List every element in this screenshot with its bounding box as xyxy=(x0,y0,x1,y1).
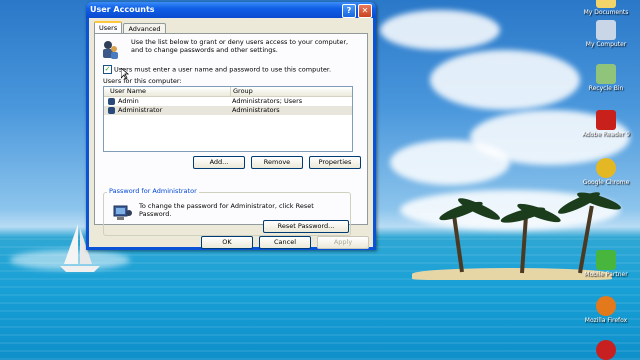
password-group-text: To change the password for Administrator… xyxy=(139,202,314,218)
desktop-icon-google-chrome[interactable]: Google Chrome xyxy=(576,158,636,186)
ok-button[interactable]: OK xyxy=(201,236,253,249)
mouse-cursor xyxy=(121,68,129,80)
folder-icon xyxy=(596,0,616,8)
cancel-button[interactable]: Cancel xyxy=(259,236,311,249)
must-login-checkbox[interactable]: ✓ xyxy=(103,65,112,74)
desktop-icon-partial[interactable] xyxy=(576,340,636,360)
window-title: User Accounts xyxy=(90,5,155,14)
window-client: Users Advanced Use the list below to gra… xyxy=(89,18,373,249)
users-list[interactable]: User Name Group Admin Administrators; Us… xyxy=(103,86,353,152)
firefox-icon xyxy=(596,296,616,316)
password-group-title: Password for Administrator xyxy=(107,187,199,195)
cloud xyxy=(390,140,510,185)
group-cell: Administrators; Users xyxy=(232,97,303,105)
column-header-group[interactable]: Group xyxy=(230,87,253,96)
remove-button[interactable]: Remove xyxy=(251,156,303,169)
mobile-partner-icon xyxy=(596,250,616,270)
chrome-icon xyxy=(596,158,616,178)
recycle-bin-icon xyxy=(596,64,616,84)
must-login-label: Users must enter a user name and passwor… xyxy=(114,65,332,74)
add-button[interactable]: Add... xyxy=(193,156,245,169)
apply-button[interactable]: Apply xyxy=(317,236,369,249)
close-button[interactable]: ✕ xyxy=(358,4,372,18)
user-accounts-window: User Accounts ? ✕ Users Advanced Use the… xyxy=(86,2,376,250)
desktop-icon-mozilla-firefox[interactable]: Mozilla Firefox xyxy=(576,296,636,324)
reset-password-button[interactable]: Reset Password... xyxy=(263,220,349,233)
title-bar[interactable]: User Accounts ? ✕ xyxy=(86,2,376,18)
table-row[interactable]: Administrator Administrators xyxy=(104,106,352,115)
desktop-icon-adobe-reader[interactable]: Adobe Reader 9 xyxy=(576,110,636,138)
desktop-icon-mobile-partner[interactable]: Mobile Partner xyxy=(576,250,636,278)
user-icon xyxy=(108,98,115,105)
group-cell: Administrators xyxy=(232,106,280,114)
close-icon: ✕ xyxy=(361,6,369,15)
check-icon: ✓ xyxy=(104,65,111,73)
user-name-cell: Administrator xyxy=(118,106,163,114)
user-icon xyxy=(108,107,115,114)
intro-text: Use the list below to grant or deny user… xyxy=(131,38,349,54)
table-row[interactable]: Admin Administrators; Users xyxy=(104,97,352,106)
help-button[interactable]: ? xyxy=(342,4,356,18)
cloud xyxy=(430,50,580,110)
properties-button[interactable]: Properties xyxy=(309,156,361,169)
column-header-user-name[interactable]: User Name xyxy=(110,87,146,96)
desktop-icon-my-computer[interactable]: My Computer xyxy=(576,20,636,48)
computer-icon xyxy=(596,20,616,40)
user-name-cell: Admin xyxy=(118,97,139,105)
desktop-icon-recycle-bin[interactable]: Recycle Bin xyxy=(576,64,636,92)
adobe-reader-icon xyxy=(596,110,616,130)
opera-icon xyxy=(596,340,616,360)
cloud xyxy=(380,10,500,50)
users-icon xyxy=(103,41,118,59)
must-login-row[interactable]: ✓ Users must enter a user name and passwo… xyxy=(103,65,331,74)
users-list-label: Users for this computer: xyxy=(103,77,182,85)
help-icon: ? xyxy=(346,6,352,15)
desktop-icon-my-documents[interactable]: My Documents xyxy=(576,0,636,16)
computer-user-icon xyxy=(113,205,132,220)
list-header: User Name Group xyxy=(104,87,352,97)
